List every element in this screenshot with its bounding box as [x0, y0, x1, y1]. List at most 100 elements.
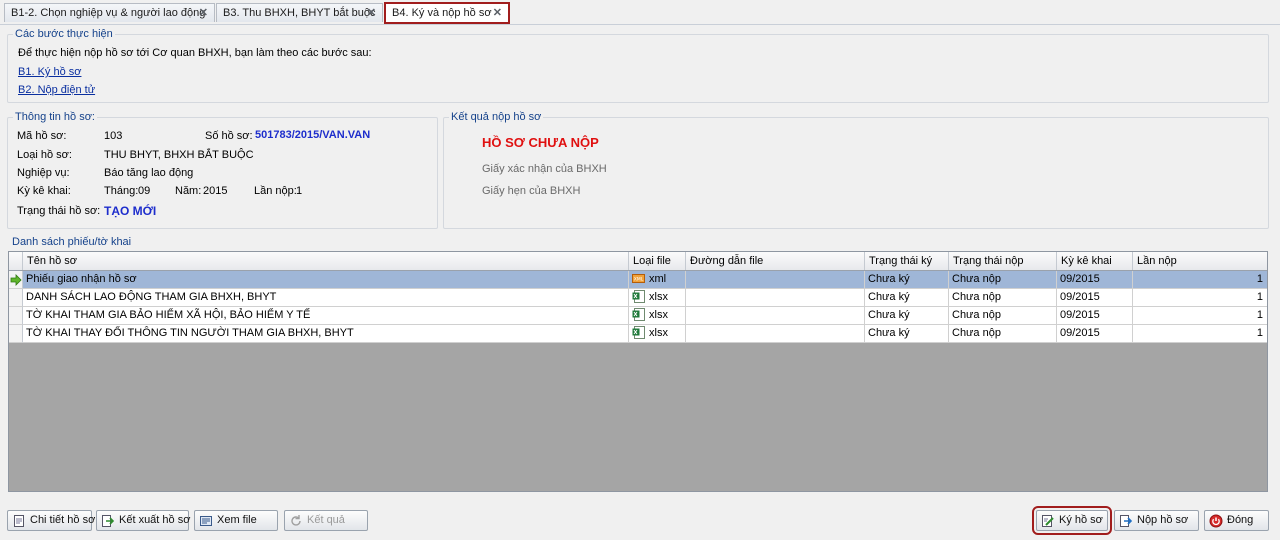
cell-duong-dan	[686, 307, 865, 325]
cell-loai-file: xlsx	[629, 289, 686, 307]
tab-ky-va-nop[interactable]: B4. Ký và nộp hồ sơ ✕	[384, 2, 510, 24]
cell-lan-nop: 1	[1133, 307, 1267, 325]
ket-qua-button[interactable]: Kết quả	[284, 510, 368, 531]
tab-thu-bhxh[interactable]: B3. Thu BHXH, BHYT bắt buộc ✕	[216, 3, 383, 22]
info-title: Thông tin hồ sơ:	[13, 111, 97, 123]
grid-title: Danh sách phiếu/tờ khai	[12, 236, 132, 248]
giay-xac-nhan-link[interactable]: Giấy xác nhận của BHXH	[482, 163, 607, 175]
close-icon[interactable]: ✕	[199, 4, 208, 22]
chi-tiet-ho-so-button[interactable]: Chi tiết hồ sơ	[7, 510, 96, 531]
row-indicator	[9, 271, 23, 289]
cell-ky-ke-khai: 09/2015	[1057, 325, 1133, 343]
table-row[interactable]: TỜ KHAI THAM GIA BẢO HIỂM XÃ HỘI, BẢO HI…	[9, 307, 1267, 325]
cell-ten-ho-so: TỜ KHAI THAM GIA BẢO HIỂM XÃ HỘI, BẢO HI…	[23, 307, 629, 325]
cell-ky-ke-khai: 09/2015	[1057, 307, 1133, 325]
header-lan-nop[interactable]: Lần nộp	[1133, 252, 1267, 270]
steps-group: Các bước thực hiện Để thực hiện nộp hồ s…	[7, 28, 1269, 103]
tab-label: B3. Thu BHXH, BHYT bắt buộc	[223, 7, 376, 19]
cell-loai-file: xlsx	[629, 325, 686, 343]
loai-ho-so-value: THU BHYT, BHXH BẮT BUỘC	[104, 149, 254, 161]
header-duong-dan[interactable]: Đường dẫn file	[686, 252, 865, 270]
ket-xuat-ho-so-button[interactable]: Kết xuất hồ sơ	[96, 510, 190, 531]
export-icon	[102, 515, 115, 527]
file-type-label: xlsx	[649, 309, 668, 321]
button-label: Chi tiết hồ sơ	[30, 514, 96, 526]
header-ten-ho-so[interactable]: Tên hồ sơ	[23, 252, 629, 270]
step1-link[interactable]: B1. Ký hồ sơ	[18, 66, 81, 78]
button-label: Ký hồ sơ	[1059, 514, 1103, 526]
cell-loai-file: XML xml	[629, 271, 686, 289]
nam-value: 2015	[203, 185, 228, 197]
button-label: Đóng	[1227, 514, 1254, 526]
cell-duong-dan	[686, 325, 865, 343]
file-type-label: xlsx	[649, 291, 668, 303]
file-type-label: xlsx	[649, 327, 668, 339]
view-file-icon	[200, 516, 212, 526]
row-indicator	[9, 289, 23, 307]
row-indicator	[9, 325, 23, 343]
row-indicator	[9, 307, 23, 325]
header-ky-ke-khai[interactable]: Kỳ kê khai	[1057, 252, 1133, 270]
table-row[interactable]: Phiếu giao nhận hồ sơ XML xml Chưa ký Chư…	[9, 271, 1267, 289]
refresh-icon	[291, 515, 301, 526]
cell-ten-ho-so: TỜ KHAI THAY ĐỔI THÔNG TIN NGƯỜI THAM GI…	[23, 325, 629, 343]
nghiep-vu-label: Nghiệp vụ:	[17, 167, 70, 179]
lan-nop-label: Lần nộp:	[254, 185, 297, 197]
step2-link[interactable]: B2. Nộp điện tử	[18, 84, 95, 96]
cell-trang-thai-nop: Chưa nộp	[949, 271, 1057, 289]
loai-ho-so-label: Loại hồ sơ:	[17, 149, 72, 161]
dong-button[interactable]: Đóng	[1204, 510, 1269, 531]
result-title: Kết quả nộp hồ sơ	[449, 111, 544, 123]
table-row[interactable]: DANH SÁCH LAO ĐỘNG THAM GIA BHXH, BHYT x…	[9, 289, 1267, 307]
nop-ho-so-button[interactable]: Nộp hồ sơ	[1114, 510, 1199, 531]
excel-file-icon	[632, 326, 645, 339]
cell-ten-ho-so: Phiếu giao nhận hồ sơ	[23, 271, 629, 289]
cell-ky-ke-khai: 09/2015	[1057, 289, 1133, 307]
ky-ho-so-button[interactable]: Ký hồ sơ	[1032, 506, 1112, 535]
cell-duong-dan	[686, 289, 865, 307]
cell-trang-thai-ky: Chưa ký	[865, 271, 949, 289]
close-icon[interactable]: ✕	[493, 4, 502, 22]
documents-grid: Tên hồ sơ Loại file Đường dẫn file Trạng…	[8, 251, 1268, 492]
button-label: Kết quả	[307, 514, 345, 526]
trang-thai-value: TẠO MỚI	[104, 204, 157, 218]
nghiep-vu-value: Báo tăng lao động	[104, 167, 194, 179]
tab-label: B4. Ký và nộp hồ sơ	[392, 7, 492, 19]
cell-trang-thai-nop: Chưa nộp	[949, 289, 1057, 307]
nam-label: Năm:	[175, 185, 202, 197]
svg-text:XML: XML	[634, 277, 644, 283]
tab-label: B1-2. Chọn nghiệp vụ & người lao động	[11, 7, 206, 19]
result-status: HỒ SƠ CHƯA NỘP	[482, 135, 599, 150]
thang-label: Tháng:	[104, 185, 139, 197]
cell-trang-thai-nop: Chưa nộp	[949, 307, 1057, 325]
ma-ho-so-label: Mã hồ sơ:	[17, 130, 67, 142]
close-icon[interactable]: ✕	[367, 4, 376, 22]
header-indicator	[9, 252, 23, 270]
cell-lan-nop: 1	[1133, 289, 1267, 307]
cell-ten-ho-so: DANH SÁCH LAO ĐỘNG THAM GIA BHXH, BHYT	[23, 289, 629, 307]
cell-lan-nop: 1	[1133, 325, 1267, 343]
so-ho-so-label: Số hồ sơ:	[205, 130, 253, 142]
header-trang-thai-nop[interactable]: Trạng thái nộp	[949, 252, 1057, 270]
lan-nop-value: 1	[296, 185, 303, 197]
ma-ho-so-value: 103	[104, 130, 123, 142]
excel-file-icon	[632, 308, 645, 321]
power-icon	[1209, 514, 1223, 528]
document-icon	[14, 515, 24, 527]
button-label: Nộp hồ sơ	[1137, 514, 1189, 526]
trang-thai-label: Trạng thái hồ sơ:	[17, 205, 101, 217]
giay-hen-link[interactable]: Giấy hẹn của BHXH	[482, 185, 580, 197]
sign-document-icon	[1042, 515, 1054, 527]
thang-value: 09	[138, 185, 151, 197]
table-row[interactable]: TỜ KHAI THAY ĐỔI THÔNG TIN NGƯỜI THAM GI…	[9, 325, 1267, 343]
arrow-right-icon	[10, 274, 22, 286]
tab-chon-nghiep-vu[interactable]: B1-2. Chọn nghiệp vụ & người lao động ✕	[4, 3, 215, 22]
submit-icon	[1120, 515, 1133, 527]
header-loai-file[interactable]: Loại file	[629, 252, 686, 270]
button-label: Xem file	[217, 514, 257, 526]
cell-trang-thai-ky: Chưa ký	[865, 325, 949, 343]
info-group: Thông tin hồ sơ: Mã hồ sơ: 103 Số hồ sơ:…	[7, 111, 438, 229]
xem-file-button[interactable]: Xem file	[194, 510, 278, 531]
so-ho-so-value: 501783/2015/VAN.VAN	[255, 129, 371, 141]
header-trang-thai-ky[interactable]: Trạng thái ký	[865, 252, 949, 270]
